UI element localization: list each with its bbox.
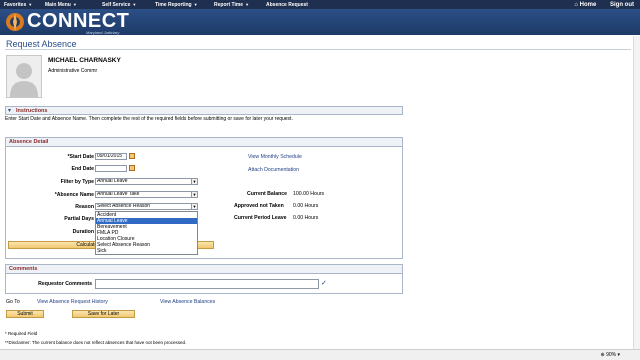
browser-status-bar: ⊕ 90% ▾ (0, 349, 640, 360)
chevron-down-icon: ▾ (617, 352, 620, 358)
chevron-down-icon: ▼ (28, 1, 33, 7)
requestor-comments-textarea[interactable] (95, 279, 319, 289)
chevron-down-icon: ▼ (191, 204, 197, 209)
filter-type-select[interactable]: Annual Leave ▼ (95, 178, 198, 185)
top-navigation-bar: Favorites ▼ Main Menu ▼ Self Service ▼ Time… (0, 0, 640, 9)
approved-not-taken-label: Approved not Taken (234, 203, 284, 209)
end-date-label: End Date (71, 166, 94, 172)
zoom-icon: ⊕ (600, 352, 605, 358)
filter-type-label: Filter by Type (60, 179, 94, 185)
employee-name: MICHAEL CHARNASKY (48, 57, 121, 64)
employee-role: Administrative Commr (48, 68, 98, 74)
required-field-note: * Required Field (5, 331, 38, 336)
current-balance-label: Current Balance (247, 191, 288, 197)
nav-right-links: ⌂ Home Sign out (574, 2, 634, 8)
user-silhouette-icon (10, 63, 38, 97)
brand-banner: CONNECT Maryland Judiciary (0, 9, 640, 35)
reason-label: Reason (75, 204, 94, 210)
duration-label: Duration (72, 229, 94, 235)
approved-not-taken-value: 0.00 Hours (293, 203, 319, 209)
nav-absence-request-label: Absence Request (266, 1, 308, 8)
nav-report-time-label: Report Time (214, 1, 244, 8)
home-icon[interactable]: ⌂ (574, 2, 578, 8)
home-link[interactable]: Home (580, 2, 597, 8)
nav-time-reporting-label: Time Reporting (155, 1, 192, 8)
page-title: Request Absence (6, 39, 77, 49)
current-period-leave-label: Current Period Leave (234, 215, 287, 221)
save-for-later-button[interactable]: Save for Later (72, 310, 135, 318)
nav-report-time[interactable]: Report Time ▼ (214, 2, 249, 8)
reason-option[interactable]: Sick (96, 248, 197, 254)
chevron-down-icon: ▼ (72, 1, 77, 7)
absence-history-link[interactable]: View Absence Request History (37, 299, 108, 305)
chevron-down-icon: ▼ (245, 1, 250, 7)
vertical-scrollbar[interactable] (633, 36, 640, 349)
comments-header: Comments (6, 265, 402, 274)
absence-detail-header-label: Absence Detail (9, 139, 49, 145)
chevron-down-icon: ▼ (132, 1, 137, 7)
instructions-text: Enter Start Date and Absence Name. Then … (5, 116, 293, 122)
zoom-level: 90% (606, 352, 617, 358)
divider (5, 49, 631, 50)
current-balance-value: 100.00 Hours (293, 191, 325, 197)
instructions-section-header[interactable]: ▾ Instructions (5, 106, 403, 115)
chevron-down-icon: ▼ (191, 192, 197, 197)
filter-type-value: Annual Leave (97, 178, 128, 184)
attach-documentation-link[interactable]: Attach Documentation (248, 167, 299, 173)
end-date-input[interactable] (95, 165, 127, 172)
nav-self-service-label: Self Service (102, 1, 131, 8)
brand-subtitle: Maryland Judiciary (86, 29, 120, 35)
partial-days-label: Partial Days (64, 216, 94, 222)
judiciary-logo-icon (6, 13, 24, 31)
view-monthly-schedule-link[interactable]: View Monthly Schedule (248, 154, 302, 160)
signout-link[interactable]: Sign out (610, 2, 634, 8)
spellcheck-icon[interactable]: ✓ (321, 279, 327, 287)
absence-detail-header: Absence Detail (6, 138, 402, 147)
start-date-input[interactable]: 09/01/2015 (95, 153, 127, 160)
nav-main-menu[interactable]: Main Menu ▼ (45, 2, 77, 8)
instructions-header-label: Instructions (16, 108, 48, 114)
collapse-caret-icon: ▾ (8, 108, 12, 114)
requestor-comments-label: Requestor Comments (38, 281, 92, 287)
start-date-label: *Start Date (67, 154, 94, 160)
reason-value: Select Absence Reason (97, 203, 151, 209)
chevron-down-icon: ▼ (191, 179, 197, 184)
nav-favorites[interactable]: Favorites ▼ (4, 2, 32, 8)
nav-absence-request[interactable]: Absence Request (266, 2, 308, 8)
calendar-icon[interactable] (129, 153, 135, 159)
zoom-control[interactable]: ⊕ 90% ▾ (600, 352, 620, 358)
absence-balances-link[interactable]: View Absence Balances (160, 299, 215, 305)
absence-name-select[interactable]: Annual Leave Take ▼ (95, 191, 198, 198)
absence-name-label: *Absence Name (54, 192, 94, 198)
calendar-icon[interactable] (129, 165, 135, 171)
disclaimer-note: **Disclaimer: The current balance does n… (5, 340, 187, 345)
nav-time-reporting[interactable]: Time Reporting ▼ (155, 2, 198, 8)
comments-header-label: Comments (9, 266, 38, 272)
nav-self-service[interactable]: Self Service ▼ (102, 2, 136, 8)
reason-dropdown-list[interactable]: Accident Annual Leave Bereavement FMLA P… (95, 211, 198, 255)
chevron-down-icon: ▼ (193, 1, 198, 7)
absence-name-value: Annual Leave Take (97, 191, 140, 197)
nav-favorites-label: Favorites (4, 1, 27, 8)
submit-button[interactable]: Submit (6, 310, 44, 318)
goto-label: Go To (6, 299, 20, 305)
reason-select[interactable]: Select Absence Reason ▼ (95, 203, 198, 210)
nav-main-menu-label: Main Menu (45, 1, 71, 8)
current-period-leave-value: 0.00 Hours (293, 215, 319, 221)
avatar (6, 55, 42, 98)
